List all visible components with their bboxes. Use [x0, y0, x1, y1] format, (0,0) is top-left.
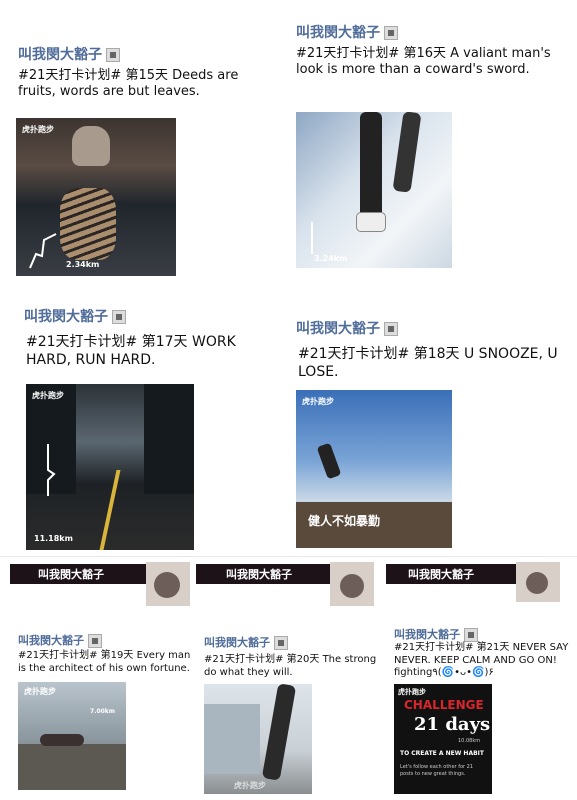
challenge-days: 21 days — [414, 714, 491, 735]
banner-username: 叫我閔大豁子 — [226, 568, 292, 581]
user-avatar-icon — [384, 322, 398, 336]
user-avatar-icon — [88, 634, 102, 648]
tiger-reflection — [60, 188, 116, 260]
runner-leg-left — [360, 112, 382, 222]
app-watermark: 虎扑跑步 — [24, 687, 56, 696]
post-username[interactable]: 叫我閔大豁子 — [394, 626, 478, 642]
post-photo[interactable]: 虎扑跑步 2.34km — [16, 118, 176, 276]
distance-label: 11.18km — [34, 534, 73, 543]
post-text: #21天打卡计划# 第15天 Deeds are fruits, words a… — [18, 68, 239, 100]
distance-label: 3.24km — [314, 254, 348, 263]
challenge-footer: Let's follow each other for 21 posts to … — [400, 764, 474, 777]
building — [204, 704, 260, 774]
post-card-day16: 叫我閔大豁子 #21天打卡计划# 第16天 A valiant man's lo… — [292, 18, 572, 278]
post-text: #21天打卡计划# 第21天 NEVER SAY NEVER. KEEP CAL… — [394, 642, 569, 678]
post-text: #21天打卡计划# 第16天 A valiant man's look is m… — [296, 46, 551, 78]
banner-strip-3[interactable]: 叫我閔大豁子 — [386, 562, 572, 608]
resting-person — [40, 734, 84, 746]
route-map-icon — [29, 233, 57, 269]
challenge-distance: 10.08km — [458, 738, 481, 744]
post-username[interactable]: 叫我閔大豁子 — [296, 318, 398, 338]
road-line — [99, 470, 121, 550]
user-avatar-icon — [384, 26, 398, 40]
app-watermark: 虎扑跑步 — [32, 391, 64, 400]
route-map-icon — [311, 222, 313, 254]
runner-leg-right — [392, 112, 422, 193]
cliff-rock — [18, 744, 126, 790]
challenge-subtitle: TO CREATE A NEW HABIT — [400, 750, 484, 757]
app-watermark: 虎扑跑步 — [234, 781, 266, 790]
forest-right — [144, 384, 194, 494]
user-avatar-icon — [464, 628, 478, 642]
user-avatar-icon — [274, 636, 288, 650]
post-card-day18: 叫我閔大豁子 #21天打卡计划# 第18天 U SNOOZE, U LOSE. … — [292, 312, 572, 552]
runner-legs — [261, 684, 297, 781]
post-username[interactable]: 叫我閔大豁子 — [24, 306, 126, 326]
app-watermark: 虎扑跑步 — [302, 397, 334, 406]
runner-figure — [316, 442, 342, 480]
user-avatar-icon — [112, 310, 126, 324]
user-avatar-icon — [106, 48, 120, 62]
kitten-figure — [72, 126, 110, 166]
post-username[interactable]: 叫我閔大豁子 — [18, 632, 102, 648]
post-text: #21天打卡计划# 第20天 The strong do what they w… — [204, 654, 377, 678]
banner-username: 叫我閔大豁子 — [38, 568, 104, 581]
post-card-day15: 叫我閔大豁子 #21天打卡计划# 第15天 Deeds are fruits, … — [14, 40, 279, 280]
post-text: #21天打卡计划# 第17天 WORK HARD, RUN HARD. — [26, 334, 236, 368]
app-watermark: 虎扑跑步 — [398, 688, 426, 696]
post-username[interactable]: 叫我閔大豁子 — [18, 44, 120, 64]
post-card-day21: 叫我閔大豁子 #21天打卡计划# 第21天 NEVER SAY NEVER. K… — [390, 624, 574, 798]
post-photo[interactable]: 虎扑跑步 11.18km — [26, 384, 194, 550]
banner-username: 叫我閔大豁子 — [408, 568, 474, 581]
post-card-day20: 叫我閔大豁子 #21天打卡计划# 第20天 The strong do what… — [200, 630, 386, 798]
runner-shoe — [356, 212, 386, 232]
challenge-title: CHALLENGE — [404, 698, 484, 712]
post-card-day19: 叫我閔大豁子 #21天打卡计划# 第19天 Every man is the a… — [14, 628, 194, 798]
divider — [0, 556, 577, 557]
banner-strip-2[interactable]: 叫我閔大豁子 — [196, 562, 378, 608]
banner-strip-1[interactable]: 叫我閔大豁子 — [10, 562, 190, 608]
post-photo[interactable]: 虎扑跑步 7.00km — [18, 682, 126, 790]
challenge-poster[interactable]: 虎扑跑步 CHALLENGE 21 days 10.08km TO CREATE… — [394, 684, 492, 794]
banner-avatar — [146, 562, 190, 606]
banner-avatar — [516, 562, 560, 602]
post-text: #21天打卡计划# 第18天 U SNOOZE, U LOSE. — [298, 346, 558, 380]
post-username[interactable]: 叫我閔大豁子 — [204, 634, 288, 650]
overlay-slogan: 健人不如暴勤 — [308, 514, 381, 528]
post-text: #21天打卡计划# 第19天 Every man is the architec… — [18, 650, 191, 674]
banner-avatar — [330, 562, 374, 606]
post-username[interactable]: 叫我閔大豁子 — [296, 22, 398, 42]
distance-label: 2.34km — [66, 260, 100, 269]
app-watermark: 虎扑跑步 — [22, 125, 54, 134]
post-photo[interactable]: 虎扑跑步 — [204, 684, 312, 794]
post-photo[interactable]: 虎扑跑步 健人不如暴勤 — [296, 390, 452, 548]
distance-label: 7.00km — [90, 708, 116, 715]
route-map-icon — [47, 444, 56, 496]
post-card-day17: 叫我閔大豁子 #21天打卡计划# 第17天 WORK HARD, RUN HAR… — [6, 300, 280, 550]
post-photo[interactable]: 3.24km — [296, 112, 452, 268]
